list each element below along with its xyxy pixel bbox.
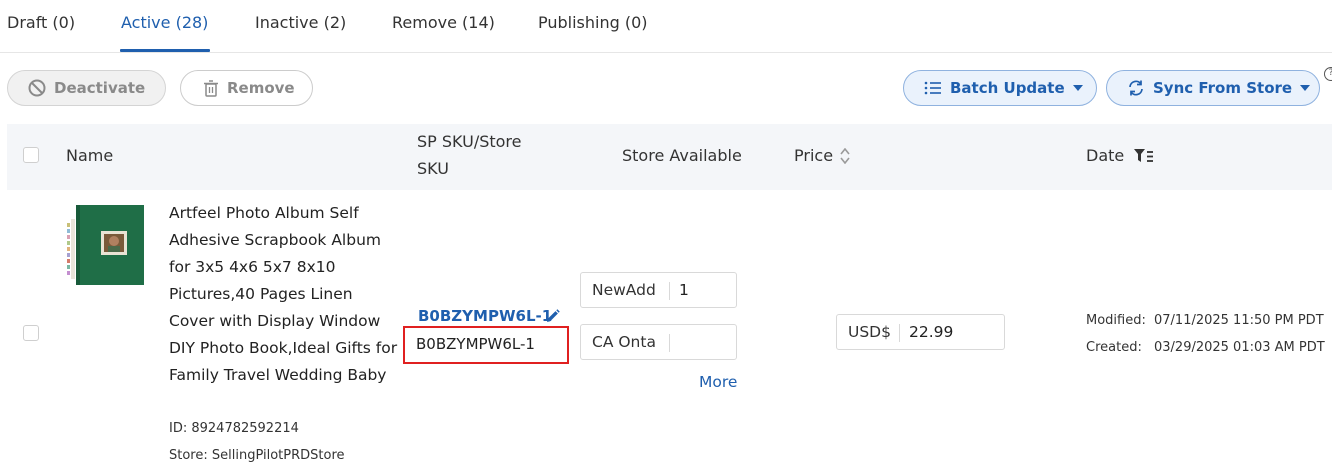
price-input[interactable]: 22.99 xyxy=(909,323,953,341)
list-icon xyxy=(924,81,941,95)
tab-remove[interactable]: Remove (14) xyxy=(392,13,495,32)
product-thumbnail[interactable] xyxy=(66,203,146,287)
modified-date: Modified: 07/11/2025 11:50 PM PDT xyxy=(1086,313,1324,328)
modified-value: 07/11/2025 11:50 PM PDT xyxy=(1154,313,1324,328)
divider xyxy=(899,324,900,342)
sp-sku-link[interactable]: B0BZYMPW6L-1 xyxy=(418,307,552,325)
store-name: CA Onta xyxy=(592,333,656,351)
column-name: Name xyxy=(66,146,114,165)
column-store-available: Store Available xyxy=(622,146,742,165)
modified-label: Modified: xyxy=(1086,313,1146,328)
active-tab-indicator xyxy=(120,49,210,52)
price-field[interactable]: USD$ 22.99 xyxy=(836,314,1005,350)
remove-label: Remove xyxy=(227,79,295,97)
batch-update-button[interactable]: Batch Update xyxy=(903,70,1097,106)
deactivate-label: Deactivate xyxy=(54,79,146,97)
tab-inactive[interactable]: Inactive (2) xyxy=(255,13,346,32)
edit-pencil-icon[interactable] xyxy=(545,309,560,324)
tab-active[interactable]: Active (28) xyxy=(121,13,208,32)
store-quantity-input[interactable]: 1 xyxy=(679,281,689,299)
divider xyxy=(669,334,670,352)
sort-icon[interactable] xyxy=(840,148,850,164)
table-header: Name SP SKU/Store SKU Store Available Pr… xyxy=(7,124,1332,190)
created-label: Created: xyxy=(1086,340,1142,355)
column-sku-line1: SP SKU/Store xyxy=(417,132,522,151)
created-date: Created: 03/29/2025 01:03 AM PDT xyxy=(1086,340,1325,355)
help-icon[interactable]: ? xyxy=(1324,67,1332,81)
store-name: NewAdd xyxy=(592,281,656,299)
caret-down-icon xyxy=(1072,85,1083,91)
batch-update-label: Batch Update xyxy=(950,79,1065,97)
created-value: 03/29/2025 01:03 AM PDT xyxy=(1154,340,1325,355)
sync-icon xyxy=(1129,80,1143,96)
currency-label: USD$ xyxy=(848,323,891,341)
store-available-ca-onta[interactable]: CA Onta xyxy=(580,324,737,360)
column-price[interactable]: Price xyxy=(794,146,833,165)
sync-from-store-label: Sync From Store xyxy=(1153,79,1293,97)
column-sku-line2: SKU xyxy=(417,159,449,178)
tab-publishing[interactable]: Publishing (0) xyxy=(538,13,648,32)
divider xyxy=(669,282,670,300)
sync-from-store-button[interactable]: Sync From Store xyxy=(1106,70,1320,106)
block-icon xyxy=(28,79,46,97)
store-available-newadd[interactable]: NewAdd 1 xyxy=(580,272,737,308)
column-date: Date xyxy=(1086,146,1125,165)
deactivate-button[interactable]: Deactivate xyxy=(7,70,166,106)
filter-icon[interactable] xyxy=(1134,149,1154,163)
remove-button[interactable]: Remove xyxy=(180,70,313,106)
caret-down-icon xyxy=(1300,85,1311,91)
product-name[interactable]: Artfeel Photo Album Self Adhesive Scrapb… xyxy=(169,200,399,389)
status-tabs: Draft (0) Active (28) Inactive (2) Remov… xyxy=(0,0,1332,53)
trash-icon xyxy=(204,79,218,97)
tab-draft[interactable]: Draft (0) xyxy=(7,13,75,32)
more-stores-link[interactable]: More xyxy=(699,373,737,391)
store-sku-highlight xyxy=(403,326,569,364)
row-checkbox[interactable] xyxy=(23,325,39,341)
product-store: Store: SellingPilotPRDStore xyxy=(169,448,345,463)
select-all-checkbox[interactable] xyxy=(23,147,39,163)
product-id: ID: 8924782592214 xyxy=(169,421,299,436)
